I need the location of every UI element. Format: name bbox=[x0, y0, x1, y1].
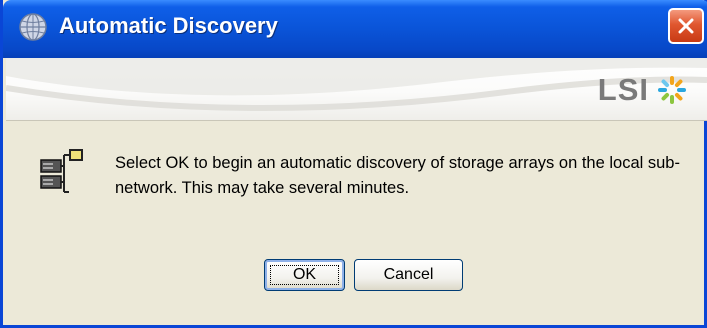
title-bar[interactable]: Automatic Discovery bbox=[3, 0, 707, 58]
logo-text: LSI bbox=[597, 72, 649, 107]
ok-button[interactable]: OK bbox=[264, 259, 345, 291]
storage-array-network-icon bbox=[37, 146, 91, 200]
dialog-window: Automatic Discovery LSI Select OK to beg… bbox=[0, 0, 707, 328]
focus-ring bbox=[270, 265, 339, 285]
banner: LSI bbox=[6, 58, 707, 120]
window-title: Automatic Discovery bbox=[59, 13, 278, 38]
header-divider bbox=[6, 120, 707, 121]
cancel-button-label: Cancel bbox=[383, 266, 434, 283]
message-text: Select OK to begin an automatic discover… bbox=[115, 154, 680, 197]
cancel-button[interactable]: Cancel bbox=[354, 259, 463, 291]
close-icon bbox=[678, 18, 694, 34]
lsi-logo: LSI bbox=[598, 72, 689, 108]
lsi-star-logo bbox=[658, 76, 686, 104]
globe-icon bbox=[18, 12, 48, 42]
close-button[interactable] bbox=[668, 8, 704, 44]
